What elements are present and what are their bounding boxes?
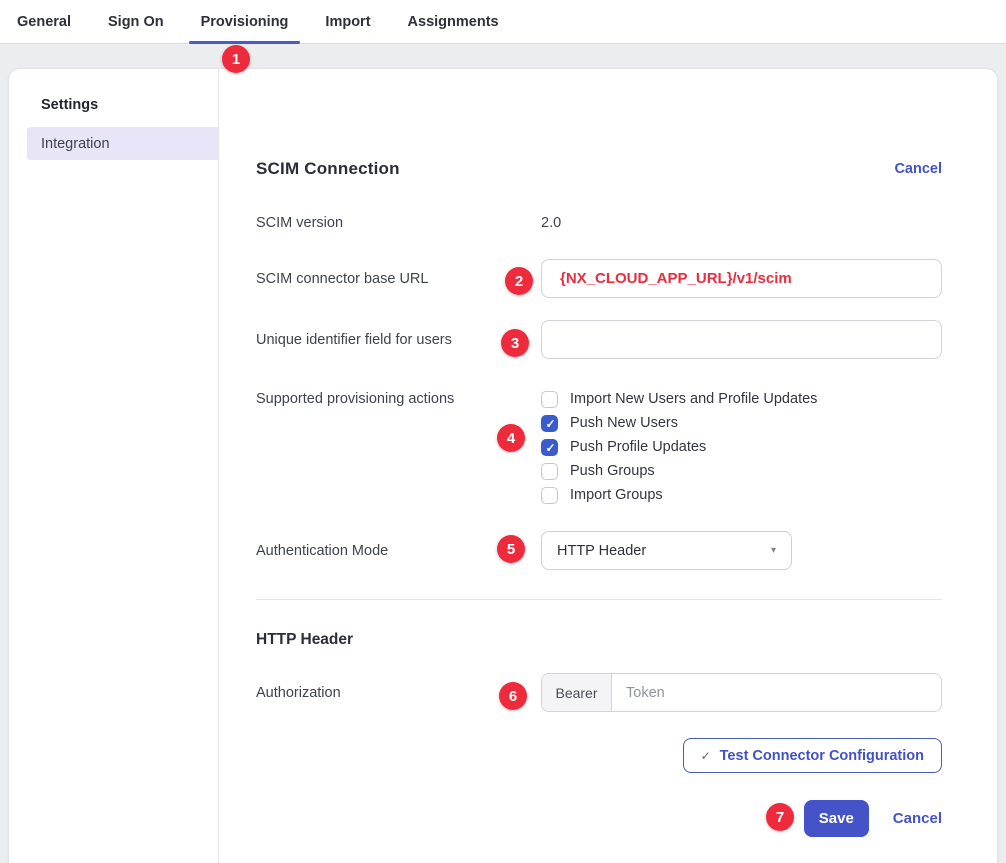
test-connector-configuration-button[interactable]: Test Connector Configuration [683, 738, 942, 773]
sidebar-heading: Settings [41, 97, 218, 113]
bearer-prefix: Bearer [542, 674, 612, 711]
section-divider [256, 599, 942, 600]
tab-provisioning[interactable]: Provisioning [189, 0, 301, 43]
tab-assignments[interactable]: Assignments [396, 0, 511, 43]
checkbox-label: Push Groups [570, 463, 655, 479]
base-url-label: SCIM connector base URL [256, 271, 541, 287]
auth-mode-selected-value: HTTP Header [557, 543, 646, 559]
checkbox-row-push-new-users[interactable]: Push New Users [541, 411, 942, 435]
checkbox-row-push-groups[interactable]: Push Groups [541, 459, 942, 483]
annotation-badge-5: 5 [497, 535, 525, 563]
annotation-badge-4: 4 [497, 424, 525, 452]
checkbox-label: Import New Users and Profile Updates [570, 391, 817, 407]
annotation-badge-7: 7 [766, 803, 794, 831]
annotation-badge-1: 1 [222, 45, 250, 73]
checkbox-push-new-users[interactable] [541, 415, 558, 432]
authorization-input-group: Bearer [541, 673, 942, 712]
checkbox-import-groups[interactable] [541, 487, 558, 504]
token-input[interactable] [612, 674, 941, 711]
base-url-input[interactable] [541, 259, 942, 298]
checkbox-import-new-users[interactable] [541, 391, 558, 408]
auth-mode-select[interactable]: HTTP Header [541, 531, 792, 570]
cancel-link-bottom[interactable]: Cancel [893, 810, 942, 827]
tab-general[interactable]: General [5, 0, 83, 43]
checkbox-row-push-profile-updates[interactable]: Push Profile Updates [541, 435, 942, 459]
provisioning-card: Settings Integration SCIM Connection Can… [8, 68, 998, 863]
scim-connection-form: SCIM Connection Cancel SCIM version 2.0 … [219, 69, 997, 863]
unique-identifier-label: Unique identifier field for users [256, 332, 541, 348]
unique-identifier-input[interactable] [541, 320, 942, 359]
sidebar-item-label: Integration [41, 136, 110, 152]
chevron-down-icon [771, 545, 776, 556]
test-button-label: Test Connector Configuration [720, 748, 924, 764]
annotation-badge-6: 6 [499, 682, 527, 710]
tab-import[interactable]: Import [313, 0, 382, 43]
tab-sign-on[interactable]: Sign On [96, 0, 176, 43]
checkbox-row-import-groups[interactable]: Import Groups [541, 483, 942, 507]
sidebar-item-integration[interactable]: Integration [27, 127, 218, 160]
save-button[interactable]: Save [804, 800, 869, 837]
cancel-link-top[interactable]: Cancel [894, 161, 942, 177]
checkbox-label: Push New Users [570, 415, 678, 431]
checkbox-push-profile-updates[interactable] [541, 439, 558, 456]
checkbox-label: Import Groups [570, 487, 663, 503]
scim-version-value: 2.0 [541, 215, 942, 231]
settings-sidebar: Settings Integration [9, 69, 219, 863]
checkbox-row-import-new-users[interactable]: Import New Users and Profile Updates [541, 387, 942, 411]
provisioning-actions-label: Supported provisioning actions [256, 387, 541, 407]
check-icon [701, 749, 711, 763]
http-header-section-title: HTTP Header [256, 631, 942, 649]
checkbox-push-groups[interactable] [541, 463, 558, 480]
scim-version-label: SCIM version [256, 215, 541, 231]
annotation-badge-2: 2 [505, 267, 533, 295]
annotation-badge-3: 3 [501, 329, 529, 357]
provisioning-actions-list: Import New Users and Profile Updates Pus… [541, 387, 942, 507]
app-tabbar: General Sign On Provisioning Import Assi… [0, 0, 1006, 44]
page-title: SCIM Connection [256, 159, 400, 179]
checkbox-label: Push Profile Updates [570, 439, 706, 455]
